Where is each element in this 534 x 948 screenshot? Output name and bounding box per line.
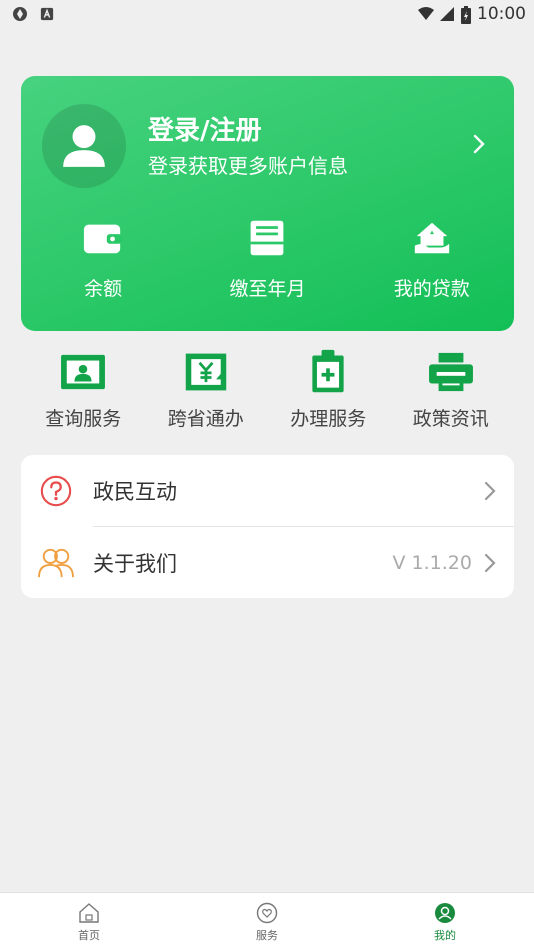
id-card-icon <box>58 348 108 396</box>
clipboard-icon <box>303 348 353 396</box>
interaction-label: 政民互动 <box>93 479 177 504</box>
list-item-about[interactable]: 关于我们 V 1.1.20 <box>21 527 514 598</box>
question-circle-icon <box>37 472 75 510</box>
policy-news-label: 政策资讯 <box>412 408 489 430</box>
paid-until-label: 缴至年月 <box>229 278 306 300</box>
my-loan-button[interactable]: 我的贷款 <box>350 216 514 301</box>
sync-icon <box>12 6 28 22</box>
chevron-right-icon <box>484 481 496 500</box>
tab-home[interactable]: 首页 <box>0 893 178 948</box>
yuan-icon <box>181 348 231 396</box>
battery-icon <box>461 6 471 24</box>
tab-service[interactable]: 服务 <box>178 893 356 948</box>
wallet-icon <box>81 216 125 260</box>
query-service-button[interactable]: 查询服务 <box>22 348 145 431</box>
balance-label: 余额 <box>84 278 123 300</box>
balance-button[interactable]: 余额 <box>21 216 185 301</box>
about-label: 关于我们 <box>93 551 177 576</box>
list-item-interaction[interactable]: 政民互动 <box>21 455 514 526</box>
policy-news-button[interactable]: 政策资讯 <box>390 348 513 431</box>
wifi-icon <box>417 6 434 22</box>
tab-home-label: 首页 <box>78 929 100 942</box>
user-icon <box>63 125 105 167</box>
tab-mine-label: 我的 <box>434 929 456 942</box>
bottom-nav: 首页 服务 我的 <box>0 892 534 948</box>
signal-icon <box>439 6 455 22</box>
login-subtitle: 登录获取更多账户信息 <box>148 154 348 178</box>
status-time: 10:00 <box>477 4 526 24</box>
login-register-title[interactable]: 登录/注册 <box>148 110 262 147</box>
calendar-register-icon <box>245 216 289 260</box>
version-text: V 1.1.20 <box>392 551 472 574</box>
chevron-right-icon[interactable] <box>469 132 489 156</box>
status-bar: 10:00 <box>0 0 534 28</box>
tab-mine[interactable]: 我的 <box>356 893 534 948</box>
users-icon <box>37 544 75 582</box>
account-card: 登录/注册 登录获取更多账户信息 余额 缴至年月 我的贷款 <box>21 76 514 331</box>
services-row: 查询服务 跨省通办 办理服务 政策资讯 <box>0 348 534 431</box>
house-loan-icon <box>410 216 454 260</box>
my-loan-label: 我的贷款 <box>393 278 470 300</box>
home-icon <box>79 903 99 923</box>
handle-service-button[interactable]: 办理服务 <box>267 348 390 431</box>
cross-province-button[interactable]: 跨省通办 <box>145 348 268 431</box>
paid-until-button[interactable]: 缴至年月 <box>185 216 349 301</box>
handle-service-label: 办理服务 <box>290 408 367 430</box>
printer-icon <box>426 348 476 396</box>
avatar[interactable] <box>42 104 126 188</box>
profile-icon <box>435 903 455 923</box>
query-service-label: 查询服务 <box>45 408 122 430</box>
tab-service-label: 服务 <box>256 929 278 942</box>
heart-icon <box>256 902 278 924</box>
chevron-right-icon <box>484 553 496 572</box>
menu-list: 政民互动 关于我们 V 1.1.20 <box>21 455 514 598</box>
cross-province-label: 跨省通办 <box>167 408 244 430</box>
text-a-icon <box>40 6 56 22</box>
account-actions: 余额 缴至年月 我的贷款 <box>21 216 514 301</box>
